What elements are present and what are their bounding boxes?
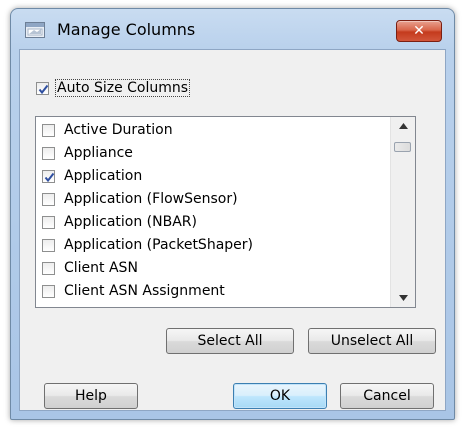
- column-checkbox[interactable]: [42, 146, 55, 160]
- select-all-button[interactable]: Select All: [166, 328, 294, 354]
- cancel-button[interactable]: Cancel: [340, 383, 434, 409]
- column-label: Client ASN Assignment: [64, 283, 225, 299]
- checkmark-icon: [38, 84, 49, 94]
- column-label: Application (NBAR): [64, 214, 197, 230]
- column-checkbox[interactable]: [42, 169, 55, 183]
- dialog-window-icon: [25, 22, 45, 38]
- column-checkbox[interactable]: [42, 261, 55, 275]
- auto-size-label[interactable]: Auto Size Columns: [55, 79, 191, 97]
- list-item[interactable]: Client ASN Assignment: [42, 281, 225, 301]
- column-checkbox[interactable]: [42, 284, 55, 298]
- columns-list[interactable]: Active Duration Appliance Application Ap…: [35, 116, 416, 308]
- column-label: Client ASN: [64, 260, 138, 276]
- list-item[interactable]: Application (PacketShaper): [42, 235, 253, 255]
- close-icon: ✕: [413, 23, 425, 39]
- scroll-thumb[interactable]: [394, 142, 411, 152]
- checkmark-icon: [44, 172, 55, 182]
- column-label: Application (FlowSensor): [64, 191, 238, 207]
- auto-size-checkbox[interactable]: [36, 81, 49, 95]
- help-button[interactable]: Help: [44, 383, 138, 409]
- chevron-up-icon: [398, 123, 408, 129]
- auto-size-row[interactable]: Auto Size Columns: [36, 79, 191, 97]
- dialog-content: Auto Size Columns Active Duration Applia…: [19, 49, 446, 411]
- column-label: Appliance: [64, 145, 133, 161]
- list-item[interactable]: Appliance: [42, 143, 133, 163]
- scroll-down-button[interactable]: [391, 289, 415, 307]
- column-label: Application: [64, 168, 143, 184]
- column-checkbox[interactable]: [42, 123, 55, 137]
- list-item[interactable]: Application (NBAR): [42, 212, 197, 232]
- scroll-up-button[interactable]: [391, 117, 415, 135]
- column-label: Application (PacketShaper): [64, 237, 253, 253]
- chevron-down-icon: [398, 295, 408, 301]
- column-checkbox[interactable]: [42, 215, 55, 229]
- unselect-all-button[interactable]: Unselect All: [308, 328, 436, 354]
- manage-columns-dialog: Manage Columns ✕ Auto Size Columns Activ…: [10, 8, 455, 420]
- column-checkbox[interactable]: [42, 238, 55, 252]
- list-item[interactable]: Application (FlowSensor): [42, 189, 238, 209]
- ok-button[interactable]: OK: [233, 383, 327, 409]
- list-scrollbar[interactable]: [390, 117, 415, 307]
- close-button[interactable]: ✕: [396, 20, 442, 42]
- column-checkbox[interactable]: [42, 192, 55, 206]
- column-label: Active Duration: [64, 122, 173, 138]
- title-bar: Manage Columns ✕: [11, 9, 454, 49]
- list-item[interactable]: Active Duration: [42, 120, 173, 140]
- dialog-title: Manage Columns: [57, 20, 196, 39]
- list-item[interactable]: Client ASN: [42, 258, 138, 278]
- list-item[interactable]: Application: [42, 166, 142, 186]
